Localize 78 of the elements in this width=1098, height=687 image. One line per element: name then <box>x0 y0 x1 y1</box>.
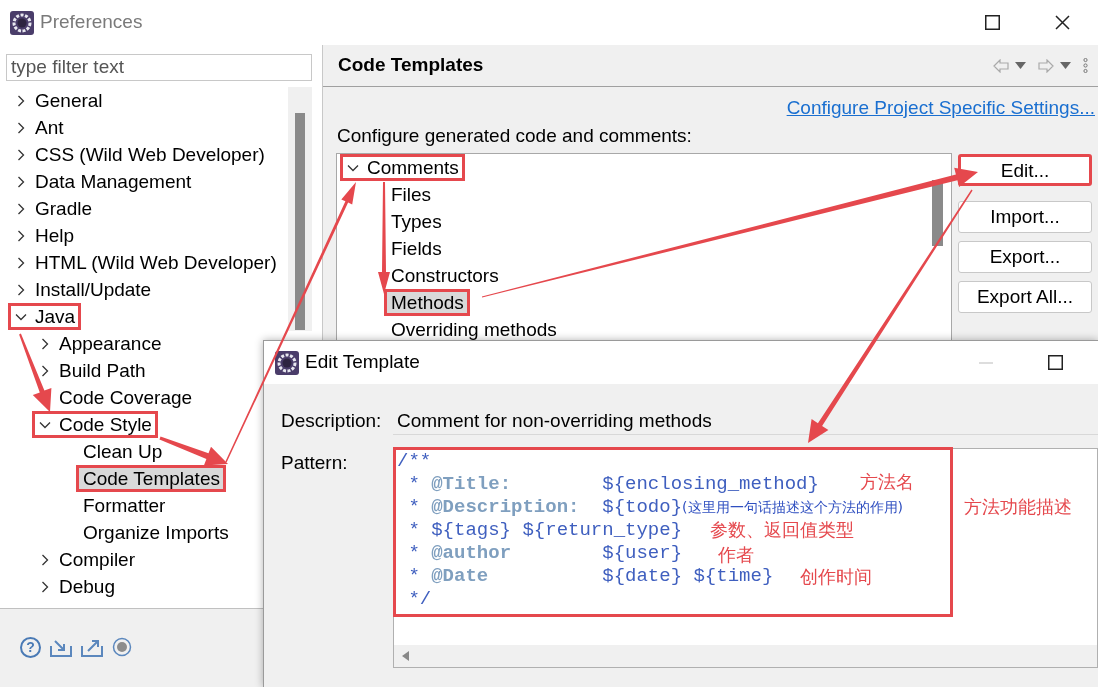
tree-item[interactable]: Overriding methods <box>384 316 563 343</box>
tree-item[interactable]: Debug <box>32 573 121 600</box>
dialog-button[interactable]: Export... <box>958 241 1092 273</box>
scroll-left-icon[interactable] <box>402 651 409 661</box>
pattern-label: Pattern: <box>281 451 349 475</box>
scrollbar[interactable] <box>288 87 312 331</box>
dialog-button[interactable]: Export All... <box>958 281 1092 313</box>
tree-item[interactable]: Methods <box>384 289 470 316</box>
dialog-button[interactable]: Edit... <box>958 154 1092 186</box>
tree-item[interactable]: Formatter <box>76 492 172 519</box>
chevron-icon[interactable] <box>15 121 27 134</box>
scrollbar-thumb[interactable] <box>295 113 305 330</box>
chevron-icon[interactable] <box>15 148 27 161</box>
gear-icon <box>10 10 34 35</box>
tree-item[interactable]: Code Templates <box>76 465 226 492</box>
annotation-note: 作者 <box>718 544 754 566</box>
annotation-note: 创作时间 <box>800 566 872 588</box>
chevron-icon[interactable] <box>15 94 27 107</box>
tree-item[interactable]: Code Style <box>32 411 158 438</box>
export-icon[interactable] <box>81 637 103 657</box>
tree-item[interactable]: Fields <box>384 235 448 262</box>
annotation-note: 方法功能描述 <box>964 496 1072 518</box>
dialog-title: Edit Template <box>305 350 420 375</box>
chevron-icon[interactable] <box>39 553 51 566</box>
chevron-icon[interactable] <box>39 337 51 350</box>
tree-item[interactable]: CSS (Wild Web Developer) <box>8 141 271 168</box>
chevron-icon[interactable] <box>15 283 27 296</box>
tree-item[interactable]: Ant <box>8 114 70 141</box>
tree-item[interactable]: Java <box>8 303 82 330</box>
dialog-button[interactable]: Import... <box>958 201 1092 233</box>
annotation-note: 参数、返回值类型 <box>710 519 854 541</box>
tree-item[interactable]: HTML (Wild Web Developer) <box>8 249 283 276</box>
dropdown-icon[interactable] <box>1060 62 1071 69</box>
dropdown-icon[interactable] <box>1015 62 1026 69</box>
tree-item[interactable]: Install/Update <box>8 276 158 303</box>
maximize-icon[interactable] <box>1048 355 1063 370</box>
configure-link[interactable]: Configure Project Specific Settings... <box>786 97 1095 119</box>
tree-item[interactable]: Files <box>384 181 438 208</box>
chevron-icon[interactable] <box>15 175 27 188</box>
code-line: * @Title: ${enclosing_method} <box>407 473 819 496</box>
code-line: * ${tags} ${return_type} <box>407 519 683 542</box>
record-icon[interactable] <box>112 637 132 657</box>
tree-item[interactable]: Appearance <box>32 330 168 357</box>
chevron-icon[interactable] <box>39 364 51 377</box>
chevron-icon[interactable] <box>15 256 27 269</box>
chevron-icon[interactable] <box>15 229 27 242</box>
tree-item[interactable]: Organize Imports <box>76 519 235 546</box>
code-line: * @Date ${date} ${time} <box>407 565 774 588</box>
tree-item[interactable]: Constructors <box>384 262 505 289</box>
window-title: Preferences <box>40 10 143 35</box>
tree-item[interactable]: Types <box>384 208 448 235</box>
maximize-icon[interactable] <box>985 15 1000 30</box>
code-line: * @author ${user} <box>407 542 683 565</box>
tree-item[interactable]: Compiler <box>32 546 142 573</box>
tree-item[interactable]: Help <box>8 222 81 249</box>
gear-icon <box>275 350 299 375</box>
close-icon[interactable] <box>1055 15 1070 30</box>
tree-item[interactable]: Code Coverage <box>52 384 199 411</box>
code-line: * @Description: ${todo}(这里用一句话描述这个方法的作用) <box>407 496 903 519</box>
description-label: Configure generated code and comments: <box>337 125 693 147</box>
tree-item[interactable]: Gradle <box>8 195 99 222</box>
annotation-note: 方法名 <box>860 471 914 493</box>
tree-item[interactable]: Comments <box>340 154 465 181</box>
chevron-icon[interactable] <box>15 202 27 215</box>
tree-item[interactable]: Build Path <box>32 357 152 384</box>
horizontal-scrollbar[interactable] <box>394 645 1097 667</box>
tree-item[interactable]: General <box>8 87 109 114</box>
more-icon[interactable] <box>1083 58 1088 73</box>
tree-item[interactable]: Clean Up <box>76 438 169 465</box>
help-button[interactable]: ? <box>20 636 41 658</box>
code-line: */ <box>407 588 432 611</box>
description-label: Description: <box>281 408 383 433</box>
import-icon[interactable] <box>50 637 72 657</box>
page-title: Code Templates <box>338 53 484 78</box>
filter-field[interactable]: type filter text <box>6 54 312 81</box>
chevron-icon[interactable] <box>39 580 51 593</box>
code-line: /** <box>397 450 432 473</box>
tree-item[interactable]: Data Management <box>8 168 198 195</box>
